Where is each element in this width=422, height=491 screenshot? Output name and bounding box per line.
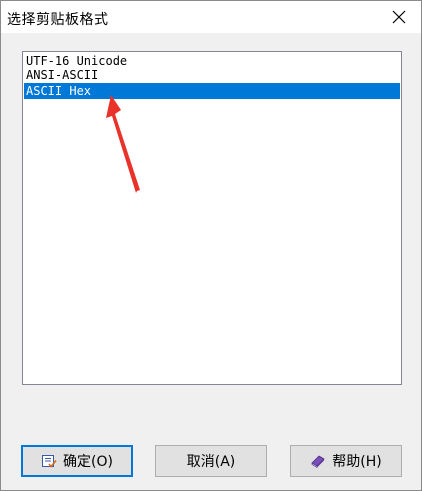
cancel-button-label: 取消(A) — [186, 454, 236, 470]
dialog-window: 选择剪贴板格式 UTF-16 Unicode ANSI-ASCII ASCII … — [0, 0, 422, 491]
list-item-ascii-hex[interactable]: ASCII Hex — [24, 83, 400, 99]
close-icon — [392, 10, 406, 24]
help-button[interactable]: 帮助(H) — [290, 445, 402, 477]
clipboard-format-list[interactable]: UTF-16 Unicode ANSI-ASCII ASCII Hex — [22, 51, 402, 385]
ok-button-label: 确定(O) — [63, 454, 113, 470]
list-item-ansi-ascii[interactable]: ANSI-ASCII — [24, 68, 400, 82]
help-book-icon — [310, 453, 326, 469]
close-button[interactable] — [377, 1, 421, 33]
ok-button[interactable]: 确定(O) — [21, 445, 133, 477]
help-button-label: 帮助(H) — [332, 454, 382, 470]
cancel-button[interactable]: 取消(A) — [155, 445, 267, 477]
title-bar: 选择剪贴板格式 — [1, 1, 421, 33]
confirm-icon — [41, 453, 57, 469]
list-item-utf16[interactable]: UTF-16 Unicode — [24, 54, 400, 68]
window-title: 选择剪贴板格式 — [7, 12, 109, 28]
